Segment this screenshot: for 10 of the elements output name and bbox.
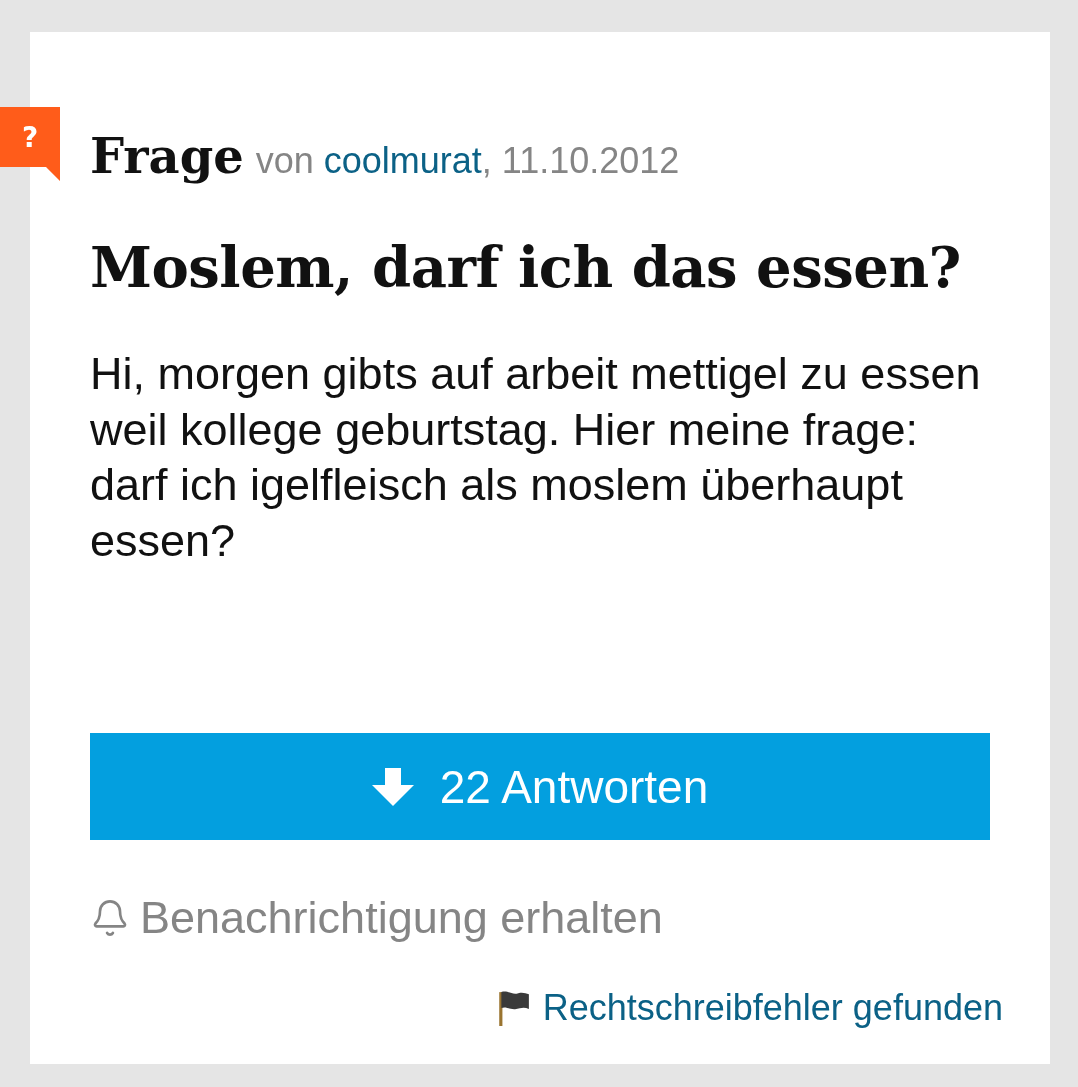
question-title: Moslem, darf ich das essen? xyxy=(90,234,962,301)
question-badge: ? xyxy=(0,107,60,181)
notify-link[interactable]: Benachrichtigung erhalten xyxy=(90,892,663,944)
arrow-down-icon xyxy=(371,767,414,806)
flag-icon xyxy=(496,990,529,1026)
report-link[interactable]: Rechtschreibfehler gefunden xyxy=(496,987,1003,1029)
question-meta: von coolmurat, 11.10.2012 xyxy=(255,139,680,183)
author-link[interactable]: coolmurat xyxy=(323,140,482,181)
question-label: Frage xyxy=(90,128,244,184)
question-body: Hi, morgen gibts auf arbeit mettigel zu essen weil kollege geburtstag. Hier meine frage: darf ich igelfleisch als moslem überhaupt essen? xyxy=(90,347,982,568)
